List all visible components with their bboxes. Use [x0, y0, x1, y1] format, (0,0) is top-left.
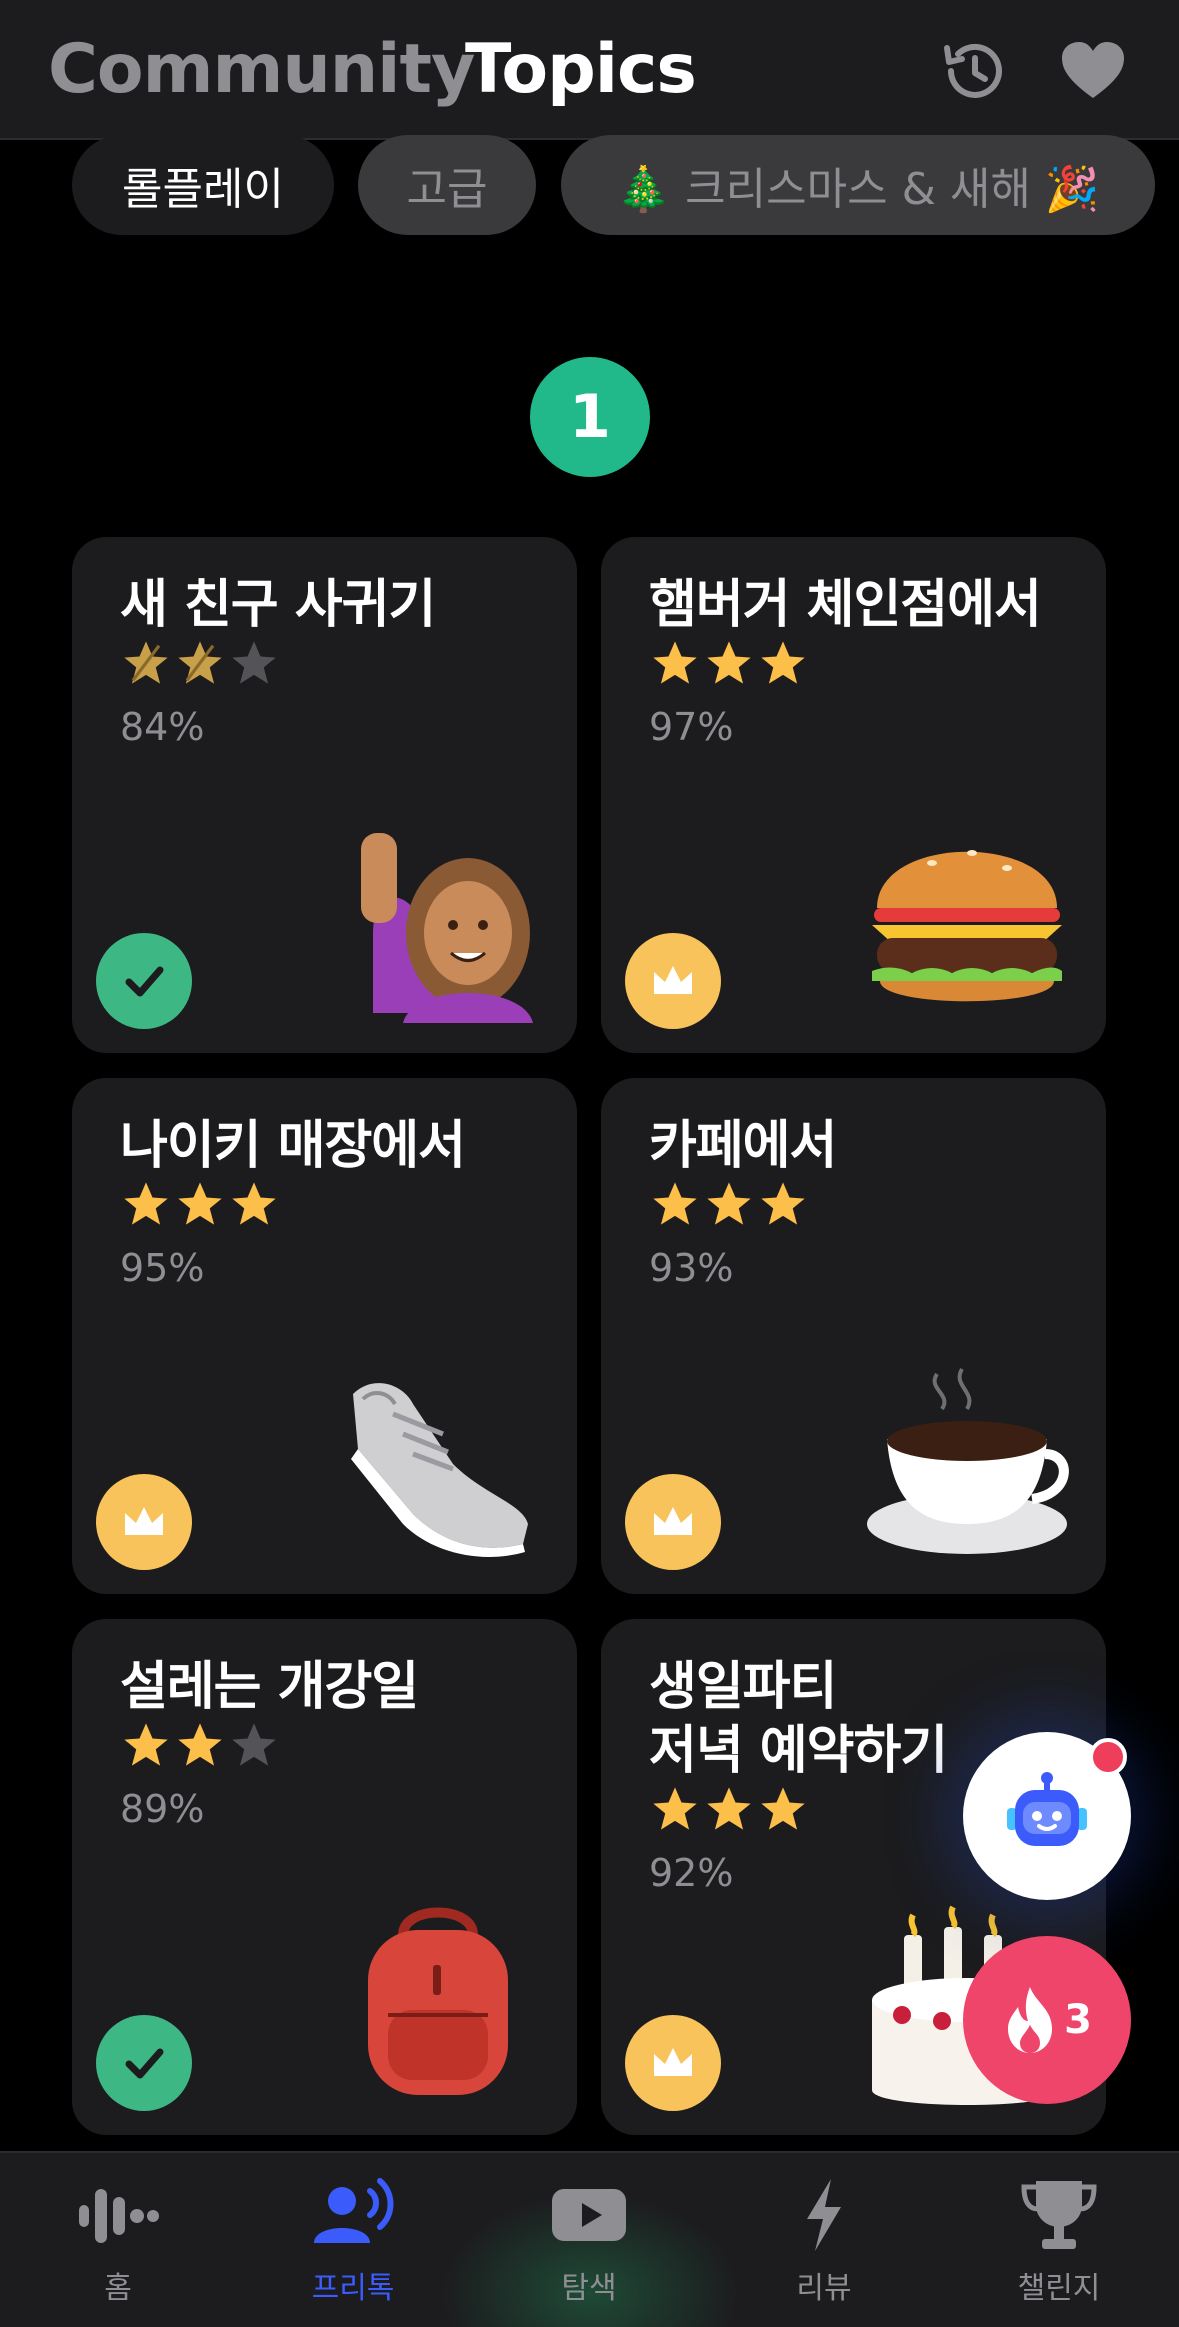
score-percent: 92% [649, 1851, 734, 1895]
star-icon [653, 1182, 697, 1225]
nav-item-explore[interactable]: 탐색 [489, 2175, 689, 2315]
star-rating [649, 1178, 809, 1232]
tab-topics[interactable]: Topics [465, 30, 697, 109]
nav-label: 챌린지 [1017, 2271, 1101, 2306]
star-icon [707, 1182, 751, 1225]
chip-roleplay[interactable]: 롤플레이 [72, 135, 334, 235]
chip-advanced[interactable]: 고급 [358, 135, 536, 235]
star-rating [649, 637, 809, 691]
chip-christmas-newyear[interactable]: 🎄 크리스마스 & 새해 🎉 [561, 135, 1155, 235]
nav-item-home[interactable]: 홈 [18, 2175, 218, 2315]
star-icon [178, 641, 222, 684]
star-empty-icon [232, 641, 276, 684]
lightning-icon [807, 2179, 841, 2251]
crown-icon [654, 1507, 692, 1535]
notification-dot [1089, 1738, 1127, 1776]
nav-item-challenge[interactable]: 챌린지 [959, 2175, 1159, 2315]
star-icon [761, 641, 805, 684]
flame-icon [1008, 1987, 1053, 2053]
star-icon [124, 1723, 168, 1766]
star-icon [707, 1787, 751, 1830]
star-icon [124, 1182, 168, 1225]
star-rating [649, 1783, 809, 1837]
robot-icon [1007, 1772, 1087, 1846]
card-title: 나이키 매장에서 [120, 1116, 466, 1176]
card-title: 카페에서 [649, 1116, 837, 1176]
streak-count: 3 [1064, 1997, 1092, 2043]
score-percent: 89% [120, 1787, 205, 1831]
top-bar: Community Topics [0, 0, 1179, 140]
completed-check-badge [96, 933, 192, 1029]
star-icon [761, 1787, 805, 1830]
streak-button[interactable]: 3 [963, 1936, 1131, 2104]
topic-card[interactable]: 햄버거 체인점에서 97% [601, 537, 1106, 1053]
nav-item-review[interactable]: 리뷰 [724, 2175, 924, 2315]
star-icon [653, 1787, 697, 1830]
crown-icon [125, 1507, 163, 1535]
score-percent: 97% [649, 705, 734, 749]
nav-label: 프리톡 [311, 2271, 395, 2306]
nav-label: 리뷰 [796, 2271, 852, 2306]
topic-card[interactable]: 새 친구 사귀기 84% [72, 537, 577, 1053]
check-icon [125, 966, 164, 997]
nav-item-freetalk[interactable]: 프리톡 [253, 2175, 453, 2315]
sneaker-icon [351, 1383, 528, 1557]
completed-check-badge [96, 2015, 192, 2111]
crown-badge [96, 1474, 192, 1570]
play-icon [552, 2189, 626, 2241]
card-title: 새 친구 사귀기 [120, 575, 436, 635]
star-icon [653, 641, 697, 684]
score-percent: 84% [120, 705, 205, 749]
crown-badge [625, 1474, 721, 1570]
level-badge: 1 [530, 357, 650, 477]
card-title: 생일파티 저녁 예약하기 [649, 1657, 948, 1781]
topic-card[interactable]: 나이키 매장에서 95% [72, 1078, 577, 1594]
star-rating [120, 1719, 280, 1773]
star-icon [178, 1723, 222, 1766]
star-rating [120, 1178, 280, 1232]
tab-community[interactable]: Community [48, 30, 475, 109]
ai-bot-button[interactable] [963, 1732, 1131, 1900]
topic-card[interactable]: 설레는 개강일 89% [72, 1619, 577, 2135]
trophy-icon [1021, 2181, 1097, 2249]
woman-raising-hand-icon [361, 833, 533, 1023]
hot-coffee-icon [867, 1367, 1069, 1554]
backpack-icon [368, 1907, 508, 2095]
crown-icon [654, 966, 692, 994]
crown-badge [625, 933, 721, 1029]
star-icon [124, 641, 168, 684]
crown-badge [625, 2015, 721, 2111]
bottom-navigation: 홈 프리톡 탐색 리뷰 챌린지 [0, 2151, 1179, 2327]
person-talk-icon [314, 2178, 394, 2243]
score-percent: 93% [649, 1246, 734, 1290]
star-rating [120, 637, 280, 691]
nav-label: 홈 [104, 2271, 132, 2306]
history-icon[interactable] [937, 34, 1011, 108]
card-title: 햄버거 체인점에서 [649, 575, 1042, 635]
star-icon [707, 641, 751, 684]
crown-icon [654, 2048, 692, 2076]
star-icon [761, 1182, 805, 1225]
score-percent: 95% [120, 1246, 205, 1290]
star-icon [232, 1182, 276, 1225]
card-title: 설레는 개강일 [120, 1657, 419, 1717]
topic-card[interactable]: 카페에서 93% [601, 1078, 1106, 1594]
voice-wave-icon [79, 2189, 159, 2243]
check-icon [125, 2048, 164, 2079]
hamburger-icon [872, 850, 1062, 1002]
heart-icon[interactable] [1056, 34, 1130, 108]
star-empty-icon [232, 1723, 276, 1766]
nav-label: 탐색 [561, 2271, 617, 2306]
star-icon [178, 1182, 222, 1225]
